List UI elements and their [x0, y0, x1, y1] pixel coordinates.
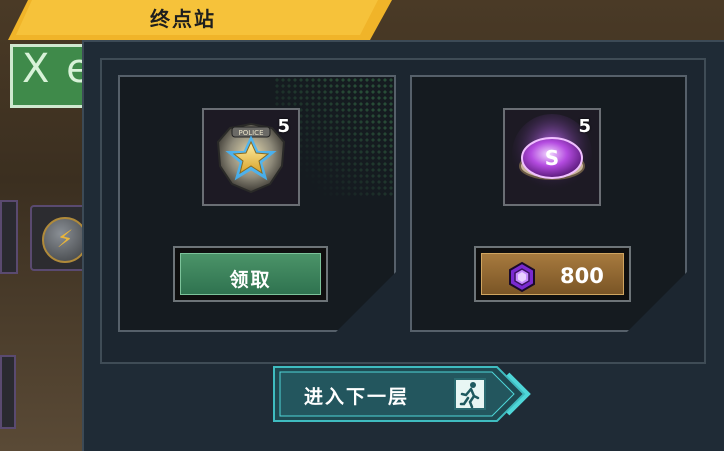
terminal-station-screen: X e ⚡ 终点站 POLICE 5 S 5 领取 800 进入下一层: [0, 0, 724, 451]
next-floor-label: 进入下一层: [304, 386, 410, 408]
claim-button-label: 领取: [229, 269, 272, 291]
price-label: 800: [560, 264, 604, 288]
reward-item-slot[interactable]: POLICE 5: [202, 108, 300, 206]
item-count: 5: [578, 116, 591, 137]
buy-button[interactable]: 800: [474, 246, 631, 302]
purple-gem-icon: [509, 261, 535, 293]
claim-button[interactable]: 领取: [173, 246, 328, 302]
reward-item-slot[interactable]: S 5: [503, 108, 601, 206]
item-count: 5: [277, 116, 290, 137]
background-item-slot: [0, 200, 18, 274]
next-floor-button[interactable]: 进入下一层: [272, 364, 532, 424]
background-item-slot: [0, 355, 16, 429]
claim-button-face: 领取: [180, 253, 321, 295]
svg-text:S: S: [545, 146, 559, 170]
page-title: 终点站: [150, 7, 216, 31]
buy-button-face: 800: [481, 253, 624, 295]
running-man-exit-icon: [454, 378, 486, 410]
